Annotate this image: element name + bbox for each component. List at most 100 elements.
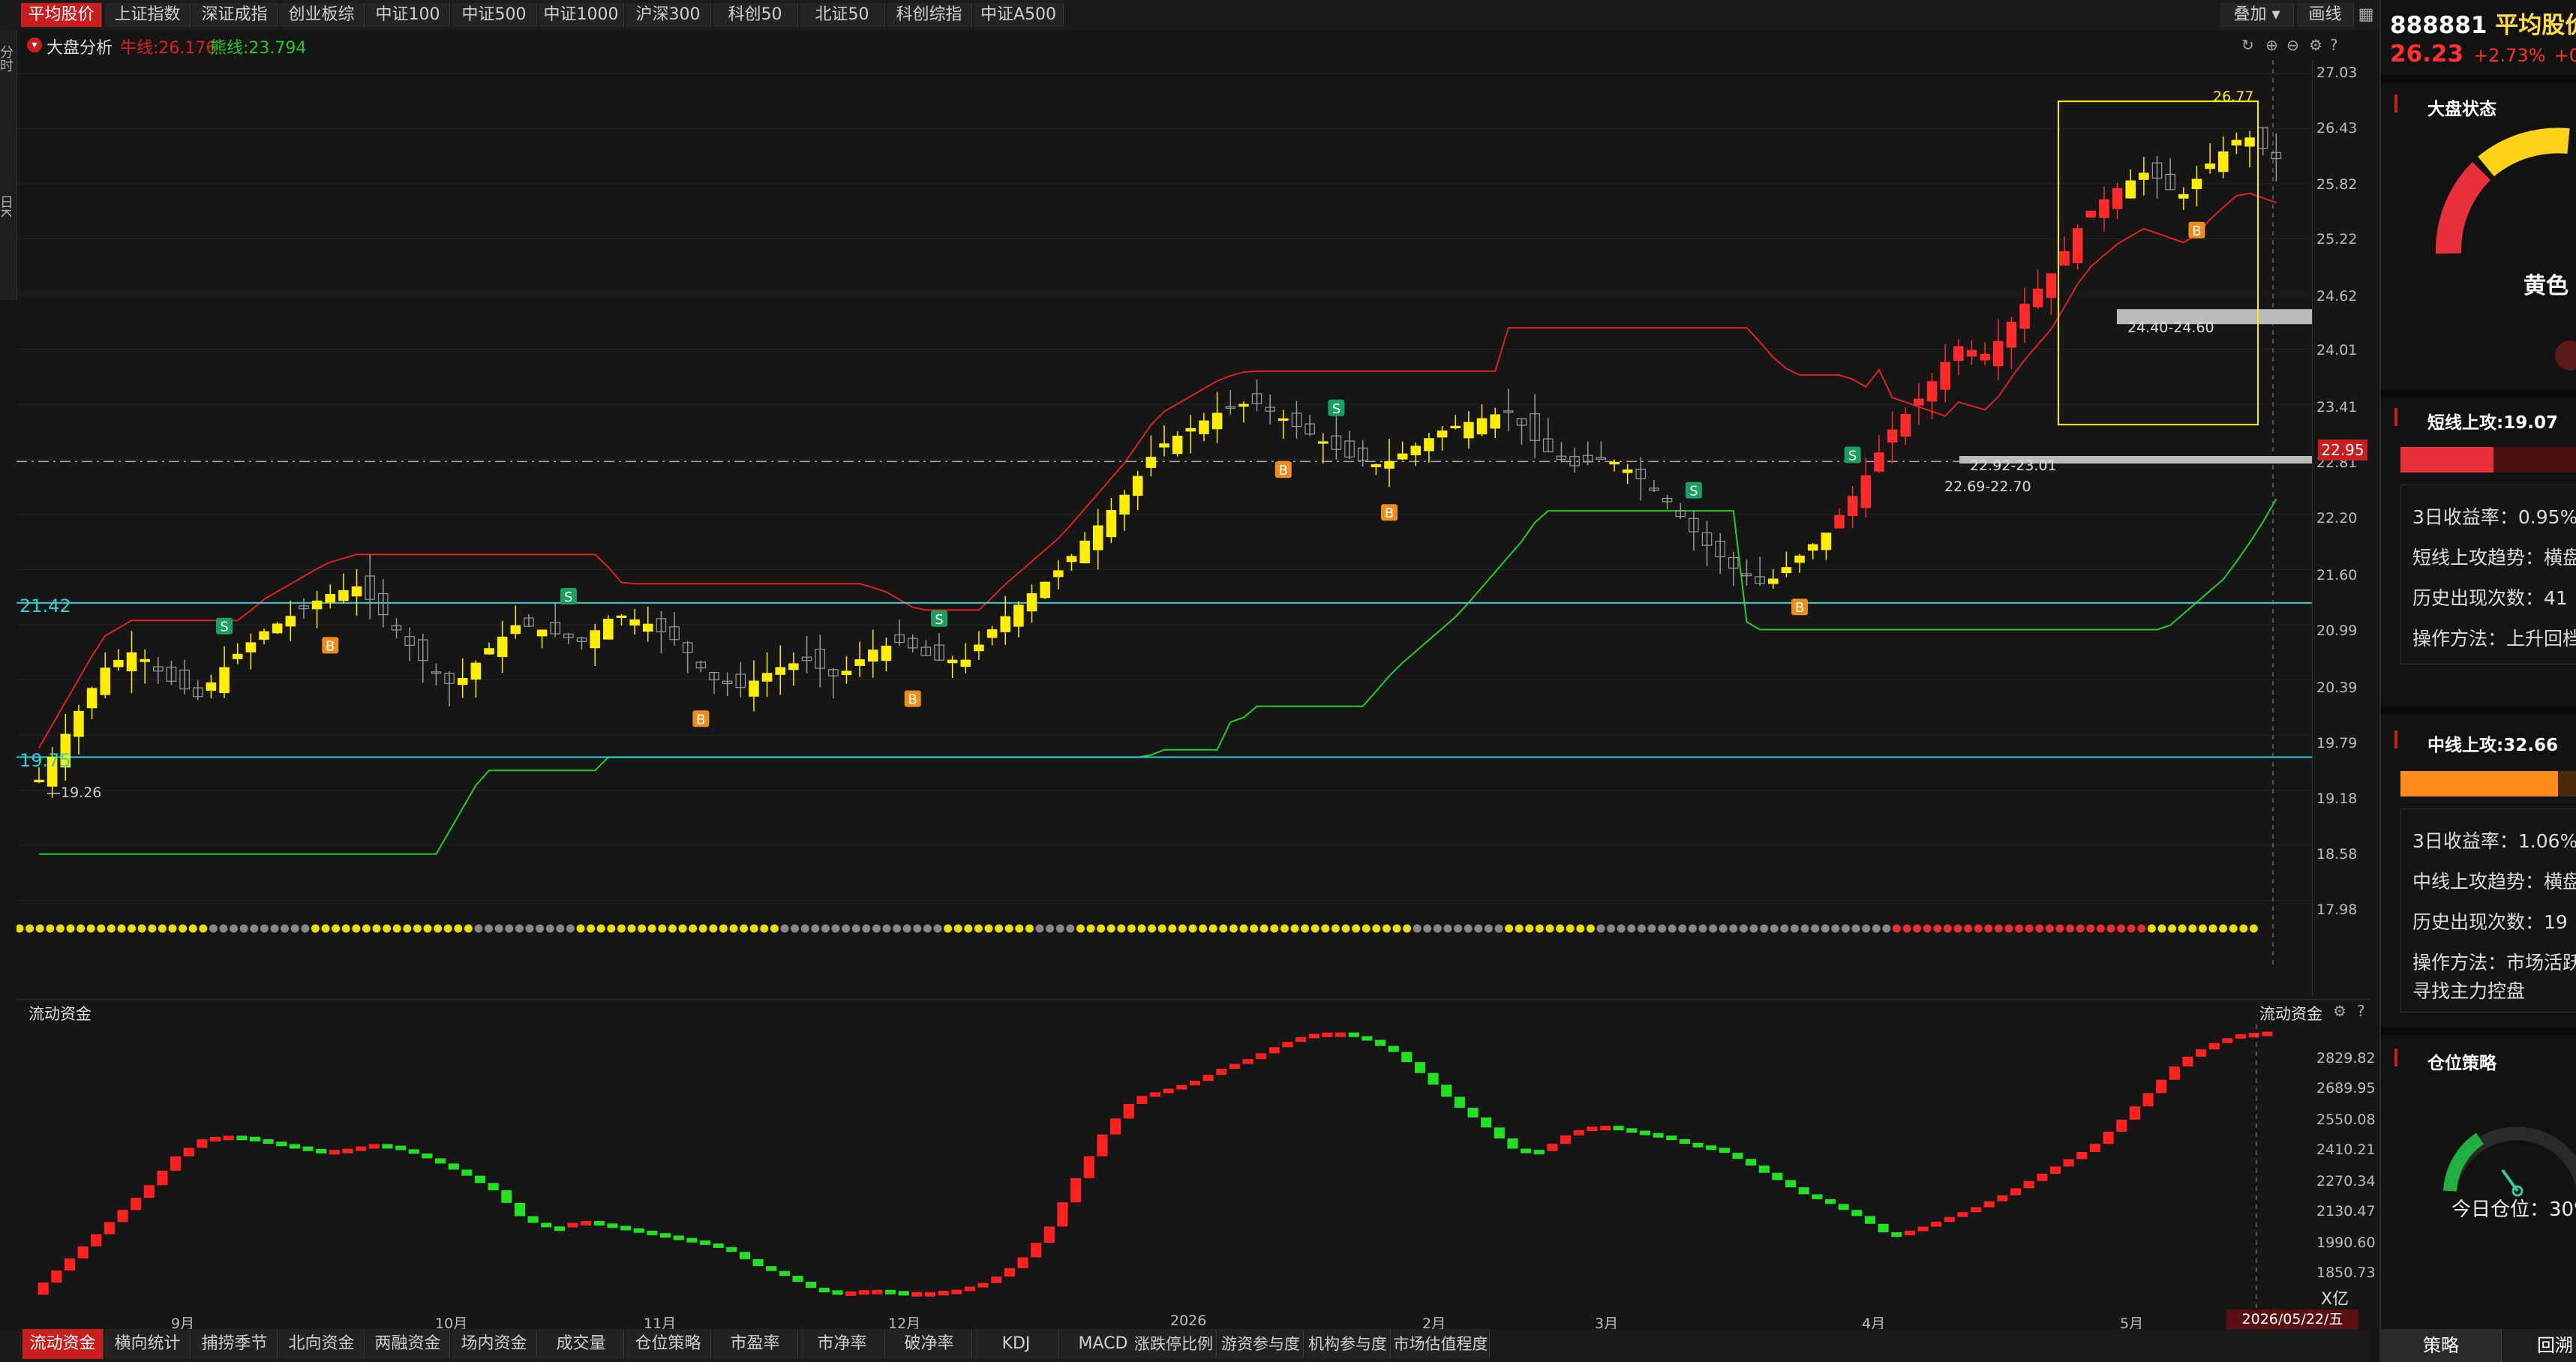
signal-marker-text: B — [326, 638, 335, 654]
tab-chinext[interactable]: 创业板综 — [279, 3, 365, 27]
btab-hotmoney[interactable]: 游资参与度 — [1218, 1329, 1304, 1359]
help-icon[interactable]: ? — [2330, 36, 2338, 54]
candle — [1622, 464, 1633, 484]
refresh-icon[interactable]: ↻ — [2241, 36, 2254, 54]
flow-chart[interactable] — [17, 1024, 2312, 1312]
tab-hs300[interactable]: 沪深300 — [626, 3, 711, 27]
candle-body — [1159, 443, 1169, 448]
signal-dot — [923, 924, 932, 933]
main-price-chart[interactable]: S B S B B S B S B S B S B — [17, 60, 2312, 968]
period-daily[interactable]: 日K — [0, 195, 15, 218]
btab-fishing-season[interactable]: 捕捞季节 — [192, 1329, 278, 1359]
signal-dot — [1994, 924, 2003, 933]
candle-body — [2059, 250, 2070, 266]
tab-average-price[interactable]: 平均股价 — [21, 3, 102, 27]
flow-bar — [1917, 1226, 1929, 1232]
candle — [1582, 441, 1593, 466]
strategy-button[interactable]: 策略 — [2381, 1329, 2502, 1362]
y-tick: 20.99 — [2316, 622, 2358, 639]
btab-pe[interactable]: 市盈率 — [713, 1329, 798, 1359]
tab-bse50[interactable]: 北证50 — [800, 3, 885, 27]
btab-volume[interactable]: 成交量 — [539, 1329, 624, 1359]
btab-horizontal-stats[interactable]: 横向统计 — [105, 1329, 191, 1359]
signal-dot — [1137, 924, 1146, 933]
btab-below-net[interactable]: 破净率 — [887, 1329, 972, 1359]
flow-bar — [117, 1210, 128, 1222]
btab-pb[interactable]: 市净率 — [800, 1329, 885, 1359]
candle — [603, 615, 614, 640]
y-tick: 25.82 — [2316, 176, 2358, 193]
flow-settings-icon[interactable]: ⚙ — [2333, 1002, 2346, 1020]
btab-onfloor[interactable]: 场内资金 — [452, 1329, 537, 1359]
flow-bar — [2010, 1188, 2022, 1196]
tab-star-composite[interactable]: 科创综指 — [887, 3, 972, 27]
candle-body — [1437, 430, 1448, 438]
flow-help-icon[interactable]: ? — [2357, 1002, 2365, 1020]
signal-dot — [1321, 924, 1330, 933]
signal-dot — [1311, 924, 1320, 933]
candle — [1503, 388, 1514, 431]
tab-csi100[interactable]: 中证100 — [366, 3, 450, 27]
btab-kdj[interactable]: KDJ — [974, 1329, 1059, 1359]
tab-csi1000[interactable]: 中证1000 — [539, 3, 624, 27]
btab-position-strategy[interactable]: 仓位策略 — [626, 1329, 711, 1359]
flow-bar — [1692, 1142, 1704, 1148]
btab-liquidity[interactable]: 流动资金 — [23, 1329, 104, 1359]
candle-body — [1172, 436, 1183, 454]
indicator-dropdown-icon[interactable]: ▾ — [27, 38, 42, 52]
grid-menu-icon[interactable]: ▦ — [2357, 6, 2375, 24]
signal-marker-text: S — [220, 620, 228, 635]
tab-star50[interactable]: 科创50 — [713, 3, 798, 27]
candle-body — [947, 659, 958, 664]
flow-bar — [1706, 1145, 1717, 1150]
zoom-in-icon[interactable]: ⊕ — [2265, 36, 2278, 54]
btab-northbound[interactable]: 北向资金 — [279, 1329, 365, 1359]
sell-signal-marker: S — [216, 617, 233, 635]
flow-bar — [77, 1246, 89, 1258]
flow-bar — [1971, 1207, 1982, 1213]
candle-body — [1013, 604, 1024, 627]
flow-bar — [1242, 1059, 1253, 1064]
flow-bar — [1454, 1096, 1465, 1108]
flow-bar — [1772, 1172, 1783, 1180]
candle-body — [881, 646, 892, 662]
btab-valuation[interactable]: 市场估值程度 — [1392, 1329, 1490, 1359]
flow-bar — [1268, 1047, 1280, 1054]
candle — [1145, 435, 1157, 477]
flow-bar — [422, 1153, 433, 1159]
tab-sz-index[interactable]: 深证成指 — [192, 3, 278, 27]
flow-y-tick: 2130.47 — [2316, 1203, 2376, 1220]
zoom-out-icon[interactable]: ⊖ — [2286, 36, 2299, 54]
flow-bar — [699, 1240, 711, 1245]
tab-csi-a500[interactable]: 中证A500 — [974, 3, 1064, 27]
draw-line-button[interactable]: 画线 — [2297, 3, 2354, 27]
settings-gear-icon[interactable]: ⚙ — [2309, 36, 2322, 54]
candle-body — [841, 670, 852, 676]
flow-bar — [885, 1289, 896, 1294]
backtest-button[interactable]: 回溯 — [2502, 1329, 2576, 1362]
period-intraday[interactable]: 分时 — [0, 45, 15, 72]
flow-bar — [2169, 1066, 2180, 1080]
btab-limit-ratio[interactable]: 涨跌停比例 — [1131, 1329, 1217, 1359]
candle-body — [1926, 381, 1938, 402]
flow-bar — [1812, 1194, 1823, 1199]
candle-body — [470, 662, 482, 680]
signal-dot — [1882, 924, 1891, 933]
flow-bar — [501, 1190, 512, 1203]
candle — [2205, 143, 2215, 174]
flow-bar — [1216, 1069, 1227, 1076]
y-tick: 20.39 — [2316, 680, 2358, 696]
candle-body — [2178, 194, 2189, 199]
flow-bar — [1388, 1046, 1399, 1052]
btab-margin[interactable]: 两融资金 — [366, 1329, 450, 1359]
flow-bar — [2129, 1106, 2140, 1120]
flow-bar — [872, 1289, 883, 1294]
overlay-button[interactable]: 叠加 ▾ — [2220, 3, 2294, 27]
btab-institution[interactable]: 机构参与度 — [1305, 1329, 1391, 1359]
candle-body — [2019, 304, 2030, 329]
tab-sh-index[interactable]: 上证指数 — [105, 3, 191, 27]
flow-bar — [752, 1258, 764, 1267]
status-chip — [2555, 340, 2576, 370]
tab-csi500[interactable]: 中证500 — [452, 3, 537, 27]
zone-label-22-92: 22.92-23.01 — [1970, 458, 2057, 474]
